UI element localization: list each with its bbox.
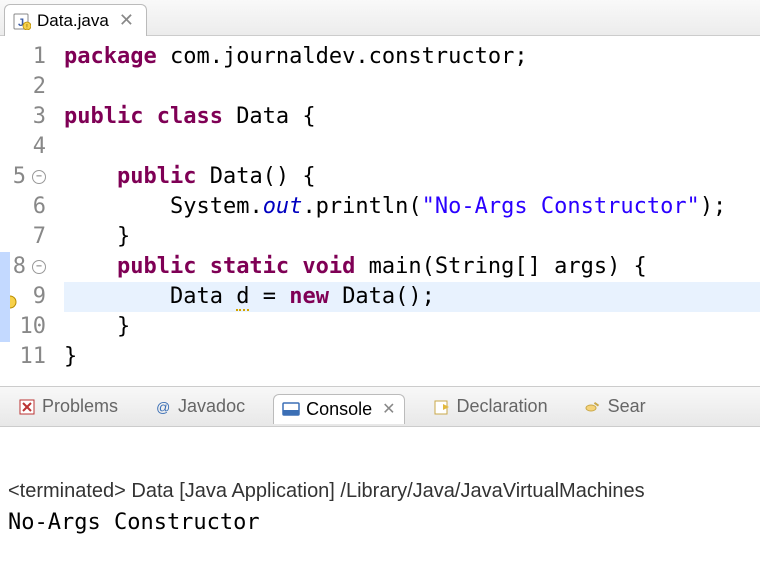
- code-line[interactable]: }: [64, 222, 760, 252]
- line-number: 1: [4, 42, 46, 72]
- tab-problems-label: Problems: [42, 396, 118, 417]
- change-strip: [0, 312, 10, 342]
- code-line[interactable]: public static void main(String[] args) {: [64, 252, 760, 282]
- line-number: 11: [4, 342, 46, 372]
- line-number: 2: [4, 72, 46, 102]
- tab-declaration[interactable]: Declaration: [425, 392, 556, 421]
- code-line[interactable]: [64, 132, 760, 162]
- tab-javadoc[interactable]: @ Javadoc: [146, 392, 253, 421]
- fold-icon[interactable]: −: [32, 260, 46, 274]
- line-number: 3: [4, 102, 46, 132]
- editor-tab[interactable]: J ! Data.java ✕: [4, 4, 147, 36]
- code-line[interactable]: }: [64, 342, 760, 372]
- svg-text:@: @: [156, 399, 170, 415]
- search-icon: [584, 398, 602, 416]
- problems-icon: [18, 398, 36, 416]
- line-number: 4: [4, 132, 46, 162]
- code-line[interactable]: Data d = new Data();: [64, 282, 760, 312]
- code-line[interactable]: package com.journaldev.constructor;: [64, 42, 760, 72]
- line-number: 10: [4, 312, 46, 342]
- fold-icon[interactable]: −: [32, 170, 46, 184]
- line-number: 8−: [4, 252, 46, 282]
- change-strip: [0, 282, 10, 312]
- line-number: 6: [4, 192, 46, 222]
- editor-tab-bar: J ! Data.java ✕: [0, 0, 760, 36]
- line-number: 5−: [4, 162, 46, 192]
- tab-declaration-label: Declaration: [457, 396, 548, 417]
- tab-problems[interactable]: Problems: [10, 392, 126, 421]
- code-line[interactable]: }: [64, 312, 760, 342]
- bottom-panel: Problems @ Javadoc Console ✕ Declaration: [0, 386, 760, 545]
- code-area[interactable]: package com.journaldev.constructor; publi…: [52, 36, 760, 386]
- editor-tab-label: Data.java: [37, 11, 109, 31]
- tab-console[interactable]: Console ✕: [273, 394, 404, 424]
- close-icon[interactable]: ✕: [382, 399, 395, 419]
- close-icon[interactable]: ✕: [119, 10, 134, 31]
- tab-console-label: Console: [306, 399, 372, 420]
- tab-search-label: Sear: [608, 396, 646, 417]
- line-number: 9: [4, 282, 46, 312]
- javadoc-icon: @: [154, 398, 172, 416]
- code-editor[interactable]: 12345−678−91011 package com.journaldev.c…: [0, 36, 760, 386]
- change-strip: [0, 252, 10, 282]
- console-body: <terminated> Data [Java Application] /Li…: [0, 427, 760, 545]
- console-header: <terminated> Data [Java Application] /Li…: [8, 477, 752, 505]
- declaration-icon: [433, 398, 451, 416]
- tab-search[interactable]: Sear: [576, 392, 654, 421]
- console-icon: [282, 400, 300, 418]
- code-line[interactable]: System.out.println("No-Args Constructor"…: [64, 192, 760, 222]
- code-line[interactable]: public class Data {: [64, 102, 760, 132]
- console-output: No-Args Constructor: [8, 509, 752, 537]
- line-number: 7: [4, 222, 46, 252]
- tab-javadoc-label: Javadoc: [178, 396, 245, 417]
- java-file-icon: J !: [13, 12, 31, 30]
- panel-tab-bar: Problems @ Javadoc Console ✕ Declaration: [0, 387, 760, 427]
- code-line[interactable]: public Data() {: [64, 162, 760, 192]
- code-line[interactable]: [64, 72, 760, 102]
